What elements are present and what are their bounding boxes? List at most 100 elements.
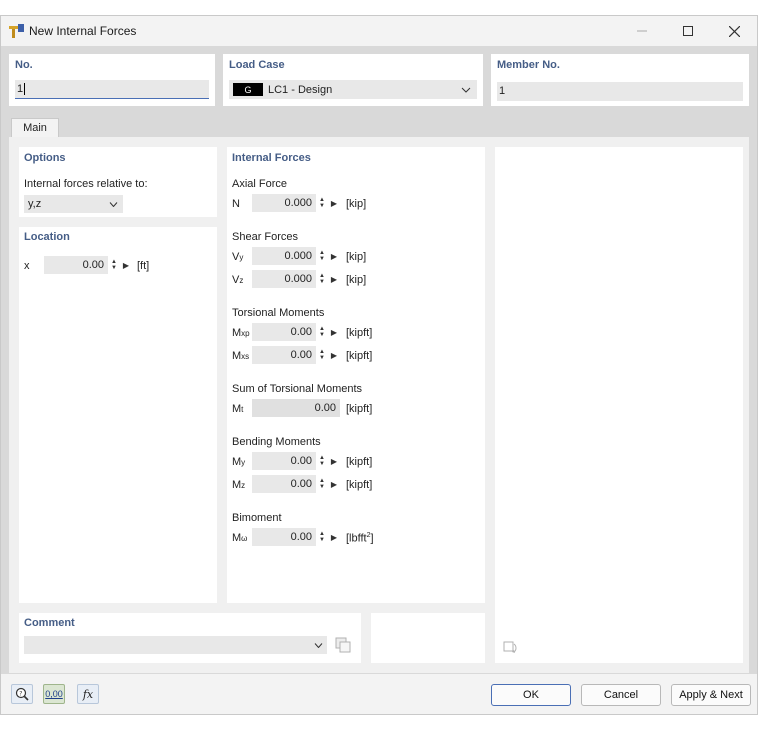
x-unit: [ft] [137,260,150,272]
no-input[interactable]: 1 [15,80,209,99]
n-input[interactable]: 0.000 ▲ ▼ ▶ [252,194,340,212]
comment-side-panel [371,613,485,663]
mw-input[interactable]: 0.00 ▲ ▼ ▶ [252,528,340,546]
mxs-input[interactable]: 0.00 ▲ ▼ ▶ [252,346,340,364]
arrow-right-icon[interactable]: ▶ [120,256,132,274]
internal-forces-group: Internal Forces Axial Force N 0.000 ▲ ▼ ▶… [227,147,485,603]
title-bar: New Internal Forces [1,16,757,46]
vz-label: Vz [232,274,244,286]
relative-to-select[interactable]: y,z [24,195,123,213]
load-case-select[interactable]: G LC1 - Design [229,80,477,99]
app-icon [9,24,24,38]
function-button[interactable]: fx [77,684,99,704]
apply-next-button[interactable]: Apply & Next [671,684,751,706]
vz-input[interactable]: 0.000 ▲ ▼ ▶ [252,270,340,288]
n-label: N [232,198,240,210]
options-title: Options [24,152,66,164]
x-input[interactable]: 0.00 ▲ ▼ ▶ [44,256,132,274]
spinner-icon[interactable]: ▲ ▼ [316,194,328,212]
spinner-icon[interactable]: ▲ ▼ [316,452,328,470]
load-case-group: Load Case G LC1 - Design [223,54,483,106]
spinner-icon[interactable]: ▲ ▼ [316,323,328,341]
preview-panel [495,147,743,663]
spinner-icon[interactable]: ▲ ▼ [316,346,328,364]
dialog-footer: ? 0,00 fx OK Cancel Apply & Next [1,674,757,714]
x-label: x [24,260,30,272]
spinner-icon[interactable]: ▲ ▼ [108,256,120,274]
comment-library-button[interactable] [333,635,353,655]
vy-input[interactable]: 0.000 ▲ ▼ ▶ [252,247,340,265]
mxp-input[interactable]: 0.00 ▲ ▼ ▶ [252,323,340,341]
chevron-down-icon [461,87,471,93]
no-label: No. [15,59,33,71]
mz-unit: [kipft] [346,479,373,491]
tab-main[interactable]: Main [11,118,59,137]
close-icon [728,25,740,37]
mt-readonly-field: 0.00 [252,399,340,417]
no-group: No. 1 [9,54,215,106]
maximize-icon [683,26,693,36]
spinner-icon[interactable]: ▲ ▼ [316,270,328,288]
comment-title: Comment [24,617,75,629]
chevron-down-icon [314,642,323,648]
location-group: Location x 0.00 ▲ ▼ ▶ [ft] [19,227,217,603]
tab-panel: Options Internal forces relative to: y,z… [9,137,749,673]
dialog-window: New Internal Forces No. 1 Load Case G LC… [0,15,758,715]
close-button[interactable] [711,16,757,46]
ok-button[interactable]: OK [491,684,571,706]
my-unit: [kipft] [346,456,373,468]
help-search-icon: ? [15,687,29,701]
arrow-right-icon[interactable]: ▶ [328,194,340,212]
spinner-icon[interactable]: ▲ ▼ [316,528,328,546]
mw-label: Mω [232,532,248,544]
help-button[interactable]: ? [11,684,33,704]
mw-unit: [lbfft2] [346,532,374,545]
dialog-client: No. 1 Load Case G LC1 - Design Member No… [1,46,757,674]
comment-combobox[interactable] [24,636,327,654]
units-button[interactable]: 0,00 [43,684,65,704]
mt-label: Mt [232,403,244,415]
load-case-type-badge: G [233,83,263,96]
member-no-label: Member No. [497,59,560,71]
maximize-button[interactable] [665,16,711,46]
bimoment-heading: Bimoment [232,512,282,524]
my-input[interactable]: 0.00 ▲ ▼ ▶ [252,452,340,470]
mt-unit: [kipft] [346,403,373,415]
arrow-right-icon[interactable]: ▶ [328,475,340,493]
minimize-icon [637,30,647,32]
member-no-group: Member No. 1 [491,54,749,106]
arrow-right-icon[interactable]: ▶ [328,528,340,546]
rotate-view-button[interactable] [499,637,521,657]
arrow-right-icon[interactable]: ▶ [328,346,340,364]
cancel-button[interactable]: Cancel [581,684,661,706]
arrow-right-icon[interactable]: ▶ [328,270,340,288]
n-unit: [kip] [346,198,367,210]
location-title: Location [24,231,70,243]
arrow-right-icon[interactable]: ▶ [328,452,340,470]
vy-unit: [kip] [346,251,367,263]
internal-forces-title: Internal Forces [232,152,311,164]
copy-icon [335,637,351,653]
mxs-label: Mxs [232,350,250,362]
mz-label: Mz [232,479,246,491]
mxp-label: Mxp [232,327,250,339]
bending-moments-heading: Bending Moments [232,436,321,448]
options-group: Options Internal forces relative to: y,z [19,147,217,217]
torsional-moments-heading: Torsional Moments [232,307,325,319]
load-case-label: Load Case [229,59,285,71]
function-icon: fx [82,687,94,701]
mz-input[interactable]: 0.00 ▲ ▼ ▶ [252,475,340,493]
minimize-button[interactable] [619,16,665,46]
rotate-view-icon [503,641,517,653]
member-no-input[interactable]: 1 [497,82,743,101]
my-label: My [232,456,246,468]
shear-forces-heading: Shear Forces [232,231,299,243]
window-title: New Internal Forces [29,24,137,38]
mxs-unit: [kipft] [346,350,373,362]
spinner-icon[interactable]: ▲ ▼ [316,247,328,265]
chevron-down-icon [109,201,118,207]
spinner-icon[interactable]: ▲ ▼ [316,475,328,493]
arrow-right-icon[interactable]: ▶ [328,247,340,265]
arrow-right-icon[interactable]: ▶ [328,323,340,341]
relative-to-label: Internal forces relative to: [24,178,148,190]
